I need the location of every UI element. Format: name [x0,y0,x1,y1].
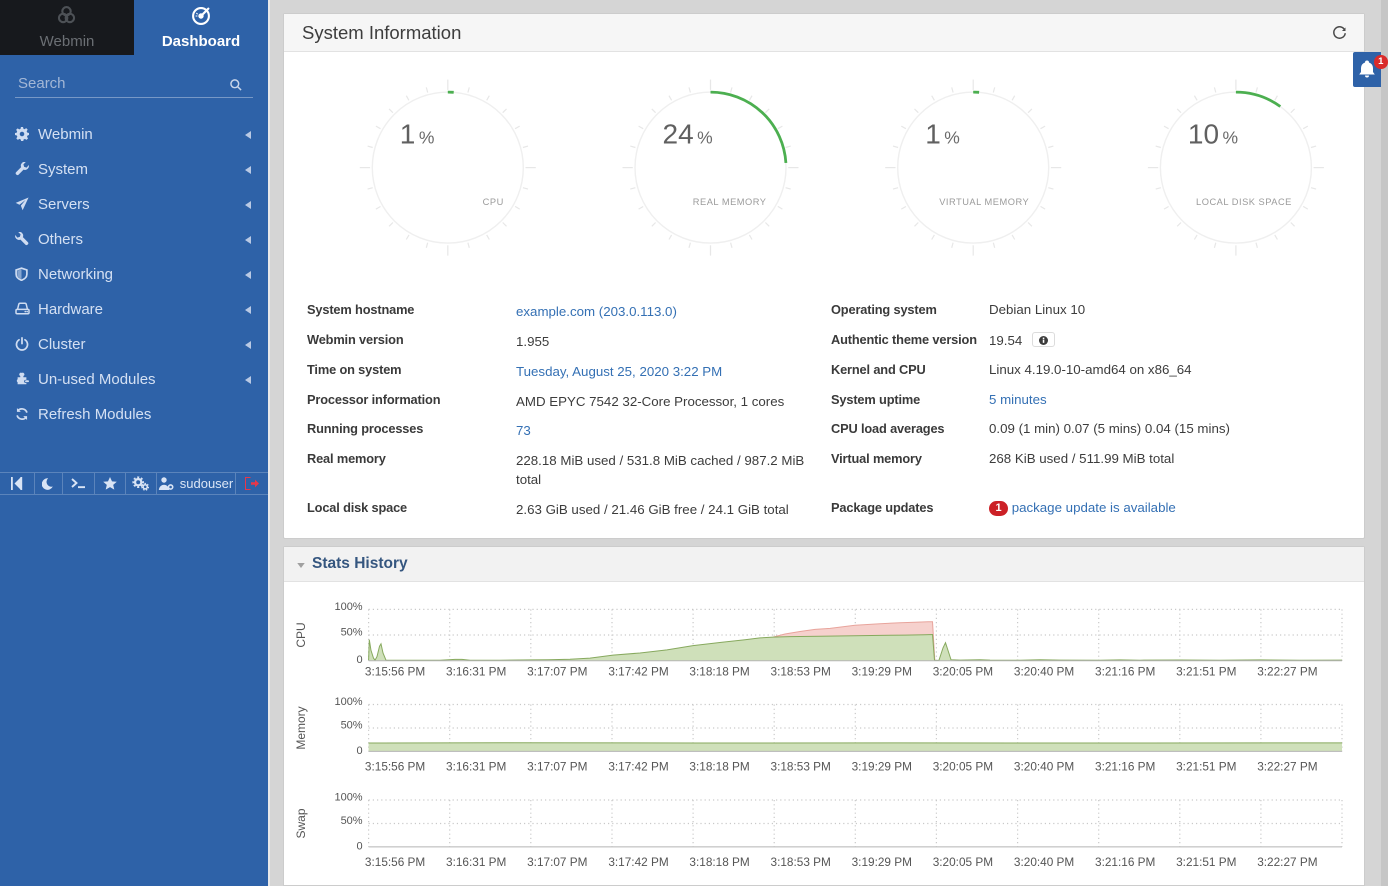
svg-text:3:19:29 PM: 3:19:29 PM [852,665,912,679]
svg-text:Memory: Memory [294,706,308,749]
svg-text:50%: 50% [341,627,363,639]
svg-text:3:22:27 PM: 3:22:27 PM [1257,665,1317,679]
svg-text:3:20:05 PM: 3:20:05 PM [933,760,993,774]
svg-text:3:19:29 PM: 3:19:29 PM [852,760,912,774]
svg-text:3:20:40 PM: 3:20:40 PM [1014,760,1074,774]
svg-text:100%: 100% [334,696,362,708]
svg-text:100%: 100% [334,601,362,613]
svg-text:3:15:56 PM: 3:15:56 PM [365,665,425,679]
svg-text:100%: 100% [334,792,362,804]
svg-text:3:20:40 PM: 3:20:40 PM [1014,665,1074,679]
svg-text:3:21:51 PM: 3:21:51 PM [1176,760,1236,774]
svg-text:3:20:40 PM: 3:20:40 PM [1014,855,1074,869]
svg-text:3:17:07 PM: 3:17:07 PM [527,855,587,869]
svg-text:3:18:53 PM: 3:18:53 PM [771,855,831,869]
svg-text:3:16:31 PM: 3:16:31 PM [446,665,506,679]
svg-text:3:18:18 PM: 3:18:18 PM [689,855,749,869]
svg-text:3:16:31 PM: 3:16:31 PM [446,855,506,869]
svg-text:24%: 24% [663,119,713,150]
svg-text:1%: 1% [400,119,435,150]
svg-text:3:21:51 PM: 3:21:51 PM [1176,665,1236,679]
svg-text:3:18:18 PM: 3:18:18 PM [689,665,749,679]
svg-text:3:17:07 PM: 3:17:07 PM [527,760,587,774]
svg-text:3:17:42 PM: 3:17:42 PM [608,760,668,774]
svg-text:3:21:16 PM: 3:21:16 PM [1095,855,1155,869]
svg-text:3:20:05 PM: 3:20:05 PM [933,855,993,869]
svg-text:3:21:51 PM: 3:21:51 PM [1176,855,1236,869]
svg-text:VIRTUAL MEMORY: VIRTUAL MEMORY [939,197,1029,207]
svg-text:3:18:18 PM: 3:18:18 PM [689,760,749,774]
svg-text:50%: 50% [341,720,363,732]
svg-text:CPU: CPU [483,197,504,207]
svg-text:LOCAL DISK SPACE: LOCAL DISK SPACE [1196,197,1292,207]
svg-text:3:15:56 PM: 3:15:56 PM [365,855,425,869]
svg-text:3:15:56 PM: 3:15:56 PM [365,760,425,774]
svg-text:3:22:27 PM: 3:22:27 PM [1257,760,1317,774]
svg-text:3:19:29 PM: 3:19:29 PM [852,855,912,869]
svg-text:0: 0 [356,745,362,757]
svg-text:50%: 50% [341,815,363,827]
svg-text:3:17:42 PM: 3:17:42 PM [608,665,668,679]
svg-text:3:18:53 PM: 3:18:53 PM [771,760,831,774]
svg-text:0: 0 [356,654,362,666]
svg-text:CPU: CPU [294,622,308,647]
svg-text:3:21:16 PM: 3:21:16 PM [1095,760,1155,774]
svg-text:3:18:53 PM: 3:18:53 PM [771,665,831,679]
svg-text:3:17:42 PM: 3:17:42 PM [608,855,668,869]
svg-text:3:16:31 PM: 3:16:31 PM [446,760,506,774]
svg-text:REAL MEMORY: REAL MEMORY [693,197,767,207]
svg-text:0: 0 [356,840,362,852]
svg-text:3:22:27 PM: 3:22:27 PM [1257,855,1317,869]
svg-text:10%: 10% [1188,119,1238,150]
svg-text:1%: 1% [925,119,960,150]
svg-text:3:20:05 PM: 3:20:05 PM [933,665,993,679]
svg-text:3:17:07 PM: 3:17:07 PM [527,665,587,679]
svg-text:3:21:16 PM: 3:21:16 PM [1095,665,1155,679]
svg-text:Swap: Swap [294,808,308,838]
